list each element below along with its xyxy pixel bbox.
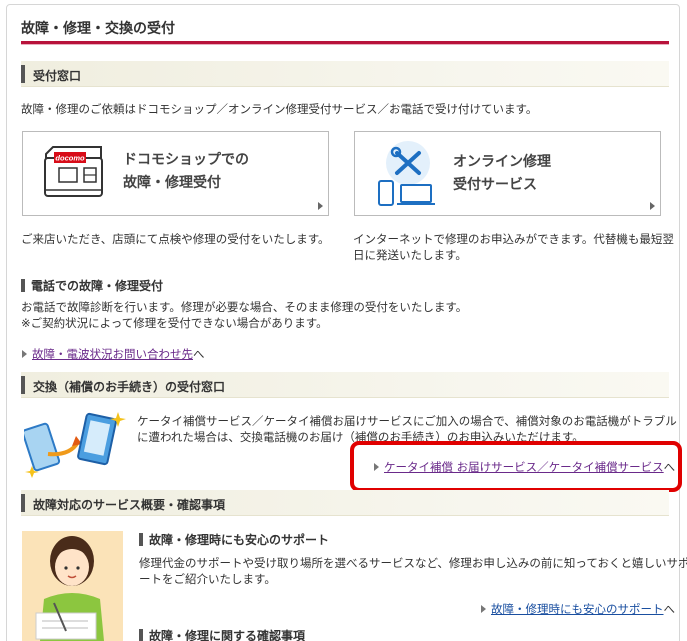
phone-repair-description-2: ※ご契約状況によって修理を受付できない場合があります。	[21, 316, 328, 330]
docomo-shop-label-1: ドコモショップでの	[123, 152, 249, 168]
docomo-shop-icon: docomo	[44, 146, 103, 197]
svg-text:docomo: docomo	[55, 154, 85, 163]
support-description-1: 修理代金のサポートや受け取り場所を選べるサービスなど、修理お申し込みの前に知って…	[139, 556, 687, 570]
phone-exchange-illustration	[24, 412, 126, 478]
arrow-right-icon	[22, 350, 27, 358]
arrow-right-icon	[318, 202, 323, 210]
title-divider-shadow	[21, 44, 669, 45]
online-repair-icon	[378, 141, 435, 206]
phone-contact-link-suffix: へ	[193, 347, 205, 361]
section-reception-header: 受付窓口	[21, 61, 669, 87]
support-link-row: 故障・修理時にも安心のサポートへ	[481, 601, 675, 617]
phone-contact-link[interactable]: 故障・電波状況お問い合わせ先	[32, 347, 193, 361]
online-repair-description-1: インターネットで修理のお申込みができます。代替機も最短翌	[353, 232, 674, 246]
reception-intro: 故障・修理のご依頼はドコモショップ／オンライン修理受付サービス／お電話で受け付け…	[21, 102, 538, 116]
docomo-shop-button[interactable]: docomo ドコモショップでの 故障・修理受付	[22, 131, 329, 216]
exchange-description-1: ケータイ補償サービス／ケータイ補償お届けサービスにご加入の場合で、補償対象のお電…	[137, 414, 677, 428]
online-repair-description-2: 日に発送いたします。	[353, 248, 467, 262]
arrow-right-icon	[481, 605, 486, 613]
phone-repair-description-1: お電話で故障診断を行います。修理が必要な場合、そのまま修理の受付をいたします。	[21, 300, 468, 314]
docomo-shop-label-2: 故障・修理受付	[123, 175, 221, 191]
section-service-header: 故障対応のサービス概要・確認事項	[21, 490, 669, 516]
online-repair-label-1: オンライン修理	[453, 154, 551, 170]
phone-repair-heading: 電話での故障・修理受付	[21, 277, 163, 294]
support-link[interactable]: 故障・修理時にも安心のサポート	[491, 602, 664, 616]
section-exchange-header: 交換（補償のお手続き）の受付窓口	[21, 372, 669, 398]
online-repair-label-2: 受付サービス	[453, 177, 537, 193]
phone-contact-link-row: 故障・電波状況お問い合わせ先へ	[22, 346, 205, 362]
section-exchange-title: 交換（補償のお手続き）の受付窓口	[33, 380, 226, 394]
docomo-shop-description: ご来店いただき、店頭にて点検や修理の受付をいたします。	[21, 232, 330, 246]
section-service-title: 故障対応のサービス概要・確認事項	[33, 498, 226, 512]
page-title: 故障・修理・交換の受付	[21, 21, 175, 37]
arrow-right-icon	[650, 202, 655, 210]
confirmation-heading: 故障・修理に関する確認事項	[139, 627, 305, 641]
online-repair-button[interactable]: オンライン修理 受付サービス	[354, 131, 661, 216]
support-woman-illustration	[22, 531, 123, 641]
support-description-2: ートをご紹介いたします。	[139, 572, 276, 586]
support-heading: 故障・修理時にも安心のサポート	[139, 531, 329, 548]
section-reception-title: 受付窓口	[33, 69, 82, 83]
highlight-annotation	[350, 441, 682, 492]
support-link-suffix: へ	[663, 602, 676, 616]
